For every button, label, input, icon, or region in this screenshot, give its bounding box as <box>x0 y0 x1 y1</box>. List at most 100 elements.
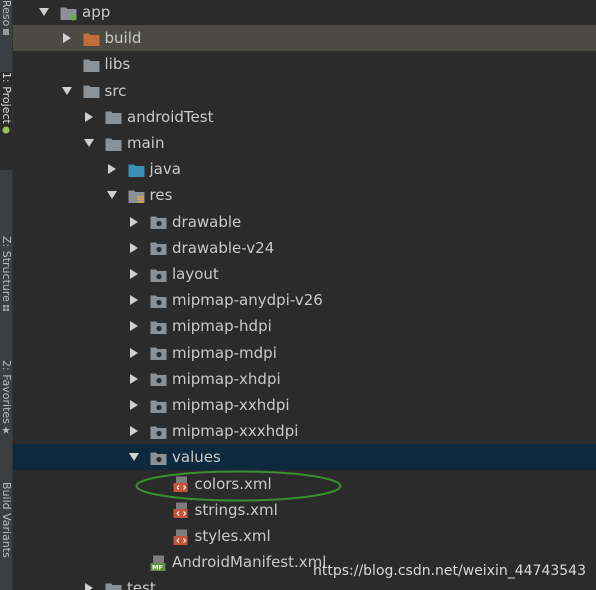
tree-row-app[interactable]: app <box>13 0 596 25</box>
tree-item-label: mipmap-hdpi <box>172 317 272 336</box>
tree-item-label: layout <box>172 265 219 283</box>
resource-manager-icon <box>3 29 9 36</box>
expand-arrow-icon[interactable] <box>127 398 141 412</box>
tree-item-label: java <box>149 160 181 179</box>
collapse-arrow-icon[interactable] <box>60 84 74 98</box>
tree-item-label: mipmap-anydpi-v26 <box>172 291 323 310</box>
tree-row-build[interactable]: build <box>13 25 596 52</box>
expand-arrow-icon[interactable] <box>105 162 119 176</box>
tree-row-androidtest[interactable]: androidTest <box>13 104 596 130</box>
tree-item-label: mipmap-xxhdpi <box>172 396 290 414</box>
tree-row-libs[interactable]: libs <box>13 51 596 77</box>
folder-icon <box>105 136 122 151</box>
resource-folder-icon <box>150 424 167 439</box>
resource-folder-icon <box>150 240 167 256</box>
xml-file-icon <box>173 476 190 493</box>
tree-item-label: strings.xml <box>194 500 278 519</box>
expand-arrow-icon[interactable] <box>127 215 141 229</box>
tree-row-mipmap-xhdpi[interactable]: mipmap-xhdpi <box>13 366 596 392</box>
tree-row-drawable[interactable]: drawable <box>13 209 596 235</box>
tree-row-values[interactable]: values <box>13 444 596 471</box>
tree-row-java[interactable]: java <box>13 156 596 182</box>
tree-row-mipmap-xxhdpi[interactable]: mipmap-xxhdpi <box>13 392 596 418</box>
collapse-arrow-icon[interactable] <box>82 136 96 150</box>
build-folder-icon <box>83 31 100 46</box>
expand-arrow-icon[interactable] <box>127 346 141 360</box>
tree-item-label: mipmap-xxxhdpi <box>172 422 299 441</box>
module-folder-icon <box>60 5 77 20</box>
tree-row-main[interactable]: main <box>13 130 596 156</box>
tree-item-label: mipmap-xhdpi <box>172 369 281 388</box>
tree-row-drawable-v24[interactable]: drawable-v24 <box>13 235 596 261</box>
project-tool-window: Reso 1: Project Z: Structure 2: Favorite… <box>0 0 596 590</box>
tree-item-label: src <box>104 81 127 100</box>
expand-arrow-icon[interactable] <box>127 293 141 307</box>
tree-item-label: main <box>127 134 165 152</box>
resource-folder-icon <box>150 371 167 387</box>
expand-arrow-icon[interactable] <box>60 31 74 45</box>
tree-row-strings-xml[interactable]: strings.xml <box>13 497 596 523</box>
tree-row-mipmap-anydpi-v26[interactable]: mipmap-anydpi-v26 <box>13 287 596 313</box>
tree-item-label: androidTest <box>127 107 214 126</box>
project-tree: app build libs src androidTest main java res dra… <box>13 0 596 590</box>
tree-item-label: app <box>82 3 111 21</box>
xml-file-icon <box>173 502 190 519</box>
left-tool-strip: Reso 1: Project Z: Structure 2: Favorite… <box>0 0 13 590</box>
structure-icon <box>3 304 9 311</box>
svg-text:MF: MF <box>152 563 163 571</box>
tree-item-label: drawable-v24 <box>172 238 275 257</box>
build-variants-tab[interactable]: Build Variants <box>0 482 12 590</box>
tree-item-label: colors.xml <box>194 474 272 493</box>
collapse-arrow-icon[interactable] <box>37 5 51 19</box>
tree-item-label: test <box>127 579 156 590</box>
collapse-arrow-icon[interactable] <box>127 450 141 464</box>
tree-item-label: mipmap-mdpi <box>172 343 277 362</box>
favorites-tab[interactable]: 2: Favorites <box>0 360 12 452</box>
tree-item-label: build <box>104 29 142 48</box>
tree-item-label: values <box>172 448 221 467</box>
manifest-file-icon: MF <box>150 555 167 571</box>
expand-arrow-icon[interactable] <box>82 110 96 124</box>
expand-arrow-icon[interactable] <box>127 372 141 386</box>
structure-tab-label: Z: Structure <box>0 236 12 302</box>
tree-row-src[interactable]: src <box>13 78 596 104</box>
tree-row-res[interactable]: res <box>13 182 596 208</box>
xml-file-icon <box>173 529 190 545</box>
tree-row-styles-xml[interactable]: styles.xml <box>13 523 596 549</box>
resource-folder-icon <box>150 267 167 282</box>
project-tab[interactable]: 1: Project <box>0 72 12 170</box>
resource-folder-icon <box>150 450 167 465</box>
resource-folder-icon <box>150 293 167 308</box>
tree-item-label: styles.xml <box>194 527 271 545</box>
tree-row-mipmap-hdpi[interactable]: mipmap-hdpi <box>13 313 596 339</box>
folder-icon <box>83 83 100 99</box>
tree-item-label: AndroidManifest.xml <box>172 553 327 572</box>
tree-item-label: libs <box>104 55 131 74</box>
tree-item-label: res <box>149 186 173 205</box>
resource-folder-icon <box>150 398 167 413</box>
folder-icon <box>105 581 122 590</box>
expand-arrow-icon[interactable] <box>127 319 141 333</box>
tree-row-mipmap-xxxhdpi[interactable]: mipmap-xxxhdpi <box>13 418 596 444</box>
tree-item-label: drawable <box>172 212 242 231</box>
tree-row-layout[interactable]: layout <box>13 261 596 287</box>
build-variants-tab-label: Build Variants <box>0 482 12 558</box>
expand-arrow-icon[interactable] <box>82 581 96 590</box>
tree-row-mipmap-mdpi[interactable]: mipmap-mdpi <box>13 340 596 366</box>
folder-icon <box>105 109 122 125</box>
structure-tab[interactable]: Z: Structure <box>0 236 12 330</box>
source-folder-icon <box>128 162 145 177</box>
expand-arrow-icon[interactable] <box>127 424 141 438</box>
resource-folder-icon <box>150 345 167 361</box>
resource-folder-icon <box>150 319 167 334</box>
favorites-tab-label: 2: Favorites <box>0 360 12 424</box>
resource-manager-tab[interactable]: Reso <box>0 0 12 50</box>
collapse-arrow-icon[interactable] <box>105 188 119 202</box>
tree-row-colors-xml[interactable]: colors.xml <box>13 471 596 497</box>
expand-arrow-icon[interactable] <box>127 241 141 255</box>
expand-arrow-icon[interactable] <box>127 267 141 281</box>
